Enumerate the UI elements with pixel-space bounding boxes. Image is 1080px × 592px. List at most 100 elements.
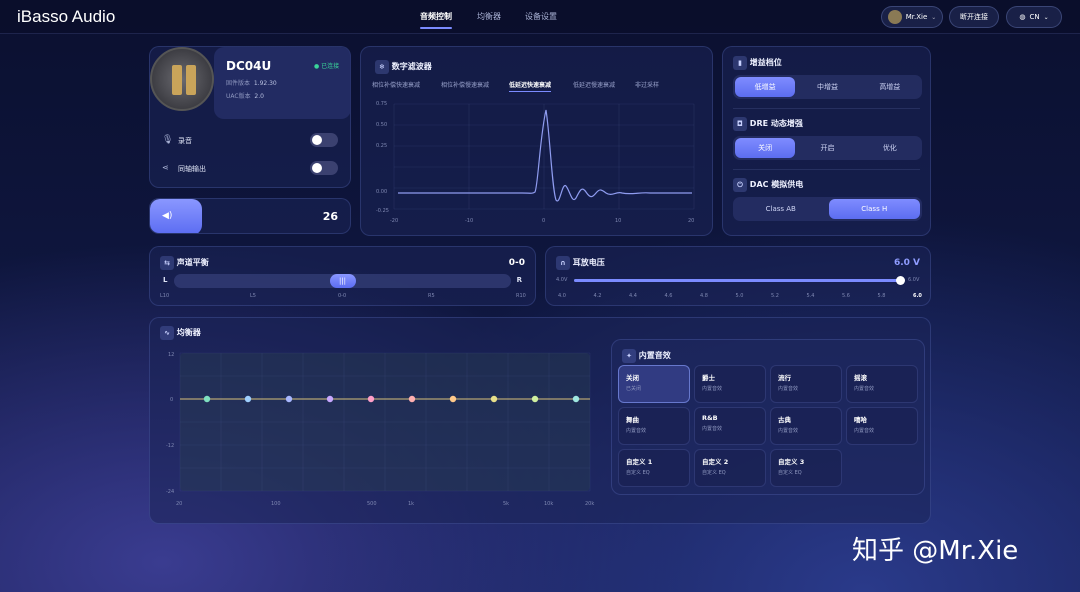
eq-y-tick: 12: [168, 352, 174, 358]
volume-slider[interactable]: ◀) 26: [149, 198, 351, 234]
device-info: DC04U ● 已连接 固件版本 1.92.30 UAC版本 2.0: [214, 47, 351, 119]
preset-button[interactable]: 爵士 内置音效: [694, 365, 766, 403]
voltage-tick: 5.0: [735, 293, 744, 299]
preset-button[interactable]: 流行 内置音效: [770, 365, 842, 403]
preset-desc: 内置音效: [778, 386, 799, 392]
eq-band-handle[interactable]: [326, 395, 334, 403]
shield-icon: ◘: [733, 117, 747, 131]
headphones-icon: ∩: [556, 256, 570, 270]
share-icon: ⋖: [162, 163, 169, 172]
dre-off-button[interactable]: 关闭: [735, 138, 796, 158]
voltage-max-label: 6.0V: [908, 277, 920, 283]
snowflake-icon: ❄: [375, 60, 389, 74]
voltage-tick: 5.4: [806, 293, 815, 299]
volume-fill: [150, 199, 202, 233]
eq-y-tick: -24: [166, 489, 174, 495]
filter-y-tick: -0.25: [376, 208, 389, 214]
balance-card: ⇆ 声道平衡 0-0 L R ||| L10 L5 0-0 R5 R10: [149, 246, 536, 306]
preset-button[interactable]: 关闭 已关闭: [618, 365, 690, 403]
record-toggle[interactable]: [310, 133, 338, 147]
filter-tab-2[interactable]: 低延迟快速衰减: [509, 80, 552, 92]
preset-button[interactable]: 自定义 3 自定义 EQ: [770, 449, 842, 487]
eq-band-handle[interactable]: [531, 395, 539, 403]
user-menu[interactable]: Mr.Xie ⌄: [881, 6, 943, 28]
avatar: [887, 10, 902, 24]
bar-chart-icon: ▮: [733, 56, 747, 70]
gain-low-button[interactable]: 低增益: [735, 77, 796, 97]
voltage-card: ∩ 耳放电压 6.0 V 4.0V 6.0V 4.0 4.2 4.4 4.6 4.8 5.…: [545, 246, 931, 306]
balance-thumb[interactable]: |||: [329, 274, 356, 288]
fw-label: 固件版本: [226, 80, 251, 87]
preset-button[interactable]: 舞曲 内置音效: [618, 407, 690, 445]
preset-desc: 自定义 EQ: [626, 470, 650, 476]
preset-desc: 内置音效: [854, 428, 875, 434]
preset-button[interactable]: 自定义 2 自定义 EQ: [694, 449, 766, 487]
eq-band-handle[interactable]: [490, 395, 498, 403]
gain-selector: 低增益 中增益 高增益: [733, 75, 922, 99]
chevron-down-icon: ⌄: [1043, 13, 1049, 21]
voltage-track[interactable]: [574, 276, 905, 285]
preset-name: 自定义 3: [778, 458, 805, 466]
filter-y-tick: 0.25: [376, 143, 387, 149]
status-text: 已连接: [321, 63, 340, 70]
preset-name: 爵士: [702, 374, 715, 382]
dre-selector: 关闭 开启 优化: [733, 136, 922, 160]
language-select[interactable]: ◍ CN ⌄: [1006, 6, 1062, 28]
dac-class-h-button[interactable]: Class H: [828, 199, 920, 219]
eq-band-handle[interactable]: [203, 395, 211, 403]
preset-desc: 自定义 EQ: [702, 470, 726, 476]
filter-y-tick: 0.00: [376, 189, 387, 195]
eq-x-tick: 500: [367, 501, 377, 507]
eq-band-handle[interactable]: [285, 395, 293, 403]
eq-band-handle[interactable]: [572, 395, 580, 403]
filter-title: 数字滤波器: [391, 62, 432, 71]
globe-icon: ◍: [1019, 13, 1026, 21]
eq-band-handle[interactable]: [449, 395, 457, 403]
equalizer-icon: ∿: [160, 326, 174, 340]
gain-high-button[interactable]: 高增益: [860, 77, 920, 97]
dre-optimize-button[interactable]: 优化: [860, 138, 920, 158]
voltage-thumb[interactable]: [896, 276, 905, 285]
tab-device-settings[interactable]: 设备设置: [525, 11, 557, 22]
app-title: iBasso Audio: [17, 7, 116, 26]
balance-icon: ⇆: [160, 256, 174, 270]
eq-x-tick: 1k: [408, 501, 414, 507]
device-name: DC04U: [226, 59, 272, 73]
balance-tick: R5: [428, 293, 435, 299]
eq-title: 均衡器: [176, 328, 201, 337]
eq-x-tick: 5k: [503, 501, 509, 507]
preset-button[interactable]: 古典 内置音效: [770, 407, 842, 445]
preset-button[interactable]: 摇滚 内置音效: [846, 365, 918, 403]
tab-audio-control[interactable]: 音频控制: [420, 11, 452, 29]
preset-desc: 内置音效: [702, 386, 723, 392]
eq-band-handle[interactable]: [244, 395, 252, 403]
eq-band-handle[interactable]: [367, 395, 375, 403]
preset-desc: 已关闭: [626, 386, 642, 392]
preset-desc: 内置音效: [702, 426, 723, 432]
preset-button[interactable]: 嘻哈 内置音效: [846, 407, 918, 445]
filter-tab-3[interactable]: 低延迟慢速衰减: [573, 80, 615, 89]
eq-chart: 12 0 -12 -24 20 100 500 1k 5k 10k 20k: [166, 352, 594, 507]
filter-tab-1[interactable]: 相位补偿慢速衰减: [441, 80, 489, 89]
balance-track[interactable]: |||: [174, 274, 511, 288]
device-image: [150, 47, 214, 111]
preset-desc: 内置音效: [626, 428, 647, 434]
preset-button[interactable]: 自定义 1 自定义 EQ: [618, 449, 690, 487]
filter-tab-0[interactable]: 相位补偿快速衰减: [372, 80, 420, 89]
preset-name: 自定义 2: [702, 458, 729, 466]
coax-toggle[interactable]: [310, 161, 338, 175]
voltage-fill: [574, 279, 901, 282]
dac-class-ab-button[interactable]: Class AB: [735, 199, 827, 219]
voltage-min-label: 4.0V: [556, 277, 568, 283]
balance-title: 声道平衡: [176, 258, 209, 267]
eq-band-handle[interactable]: [408, 395, 416, 403]
preset-name: 嘻哈: [854, 416, 867, 424]
balance-tick: 0-0: [338, 293, 347, 299]
gain-mid-button[interactable]: 中增益: [797, 77, 857, 97]
preset-button[interactable]: R&B 内置音效: [694, 407, 766, 445]
eq-y-tick: 0: [170, 397, 173, 403]
disconnect-button[interactable]: 断开连接: [949, 6, 999, 28]
filter-tab-4[interactable]: 非过采样: [635, 80, 659, 89]
tab-equalizer[interactable]: 均衡器: [477, 11, 501, 22]
dre-on-button[interactable]: 开启: [797, 138, 857, 158]
